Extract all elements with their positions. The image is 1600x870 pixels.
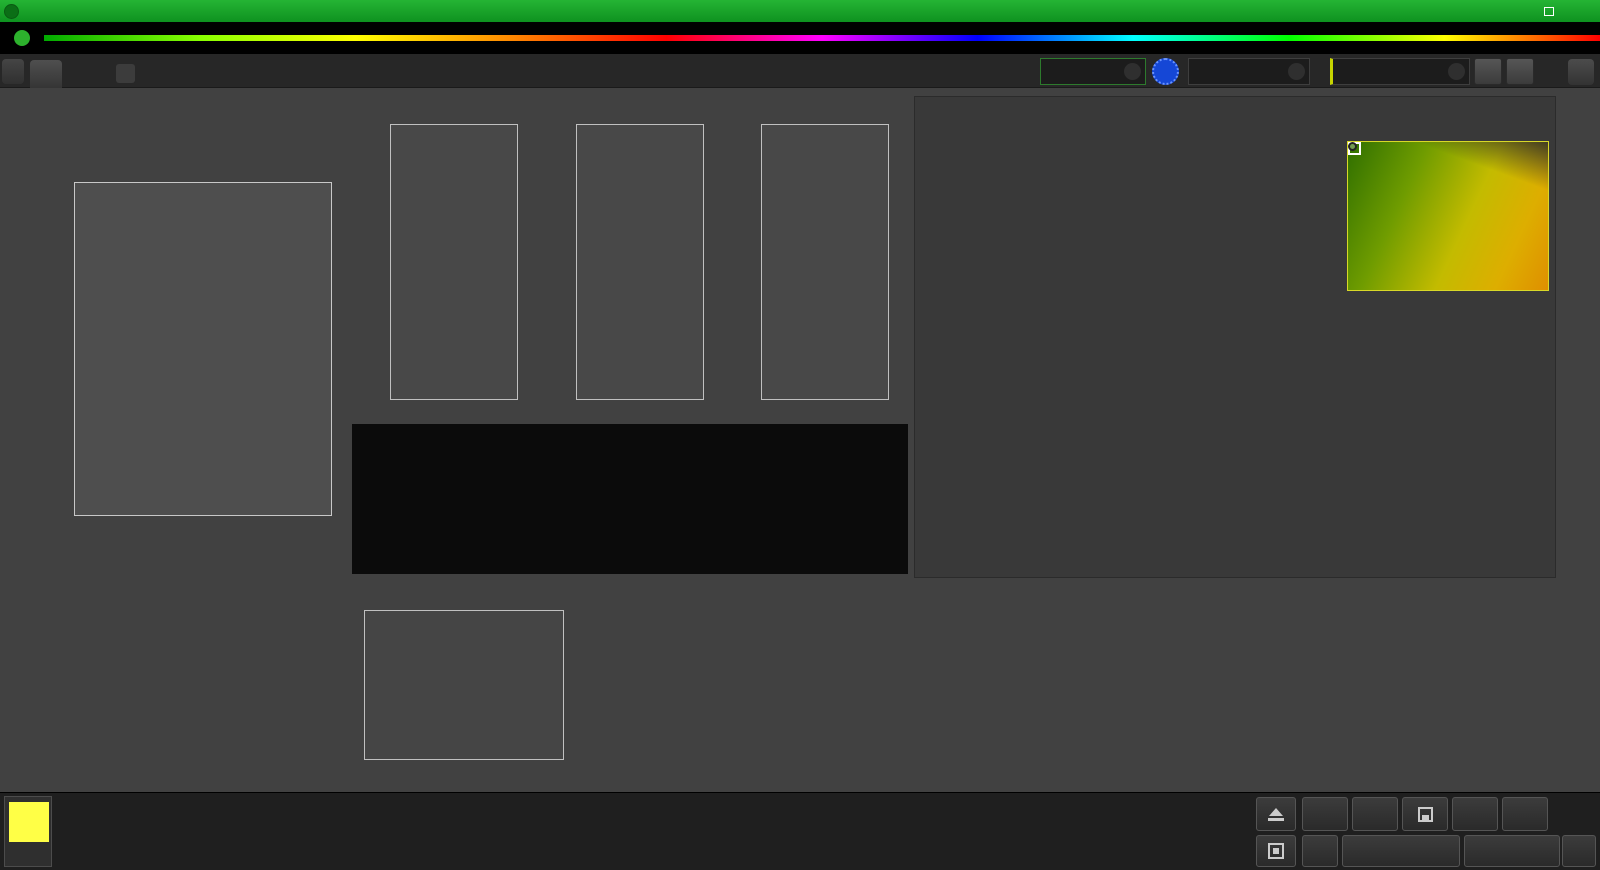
eject-icon [1269, 807, 1283, 816]
display-control-dropdown[interactable] [1330, 58, 1470, 85]
chevron-down-icon[interactable] [1448, 63, 1465, 80]
back-fast-button[interactable] [1302, 835, 1338, 867]
rainbow-strip [44, 35, 1600, 41]
logo-bar [0, 22, 1600, 54]
logo-dropdown-button[interactable] [14, 30, 30, 46]
current-patch-color [9, 802, 49, 842]
deltah-chart [727, 108, 905, 422]
play-button[interactable] [1352, 797, 1398, 831]
cie-zoom-inset [1347, 141, 1549, 291]
pattern-window-icon-inner [1273, 848, 1279, 854]
y-axis-labels [542, 124, 572, 400]
next-fast-button[interactable] [1562, 835, 1596, 867]
saturation-swatch-strip [352, 424, 908, 574]
back-button[interactable] [1342, 835, 1460, 867]
save-icon-inner [1421, 814, 1429, 820]
plot-area [364, 610, 564, 760]
deltal-chart [356, 108, 534, 422]
help-button[interactable] [1506, 58, 1534, 85]
eject-icon-bar [1268, 817, 1284, 821]
bottom-bar [0, 792, 1600, 870]
plot-area [74, 182, 332, 516]
y-axis-labels [330, 610, 362, 760]
settings-button[interactable] [1474, 58, 1502, 85]
save-button[interactable] [1402, 797, 1448, 831]
maximize-icon [1544, 6, 1554, 16]
minimize-button[interactable] [1502, 2, 1532, 20]
source-dropdown[interactable] [1188, 58, 1310, 85]
plot-area [576, 124, 704, 400]
pattern-window-button[interactable] [1256, 835, 1296, 867]
chevron-down-icon[interactable] [1288, 63, 1305, 80]
meter-dropdown[interactable] [1040, 58, 1146, 85]
plot-area [390, 124, 518, 400]
expand-panel-button[interactable] [1568, 59, 1594, 85]
nav-handle-button[interactable] [2, 59, 24, 84]
refresh-button[interactable] [1502, 797, 1548, 831]
close-button[interactable] [1566, 2, 1596, 20]
x-axis-labels [74, 520, 332, 534]
continuous-measure-button[interactable] [1452, 797, 1498, 831]
plot-area [761, 124, 889, 400]
y-axis-labels [38, 182, 70, 516]
current-patch-tile [4, 796, 52, 867]
tab-history-1[interactable] [30, 60, 62, 88]
deltae2000-chart [38, 164, 336, 568]
y-axis-labels [356, 124, 386, 400]
chevron-down-icon[interactable] [1124, 63, 1141, 80]
next-button[interactable] [1464, 835, 1560, 867]
stop-button[interactable] [1302, 797, 1348, 831]
pattern-window-icon [1268, 843, 1284, 859]
app-icon [4, 3, 19, 19]
y-axis-labels [727, 124, 757, 400]
eject-button[interactable] [1256, 797, 1296, 831]
titlebar [0, 0, 1600, 22]
toolbar [0, 54, 1600, 88]
cie-1931-chart [914, 96, 1556, 578]
save-icon [1417, 806, 1433, 822]
rgb-balance-chart [328, 592, 576, 794]
meter-status-badge[interactable] [1152, 58, 1179, 85]
inset-measured-point [1348, 142, 1357, 151]
maximize-button[interactable] [1534, 2, 1564, 20]
deltac-chart [542, 108, 720, 422]
add-tab-button[interactable] [116, 64, 135, 83]
